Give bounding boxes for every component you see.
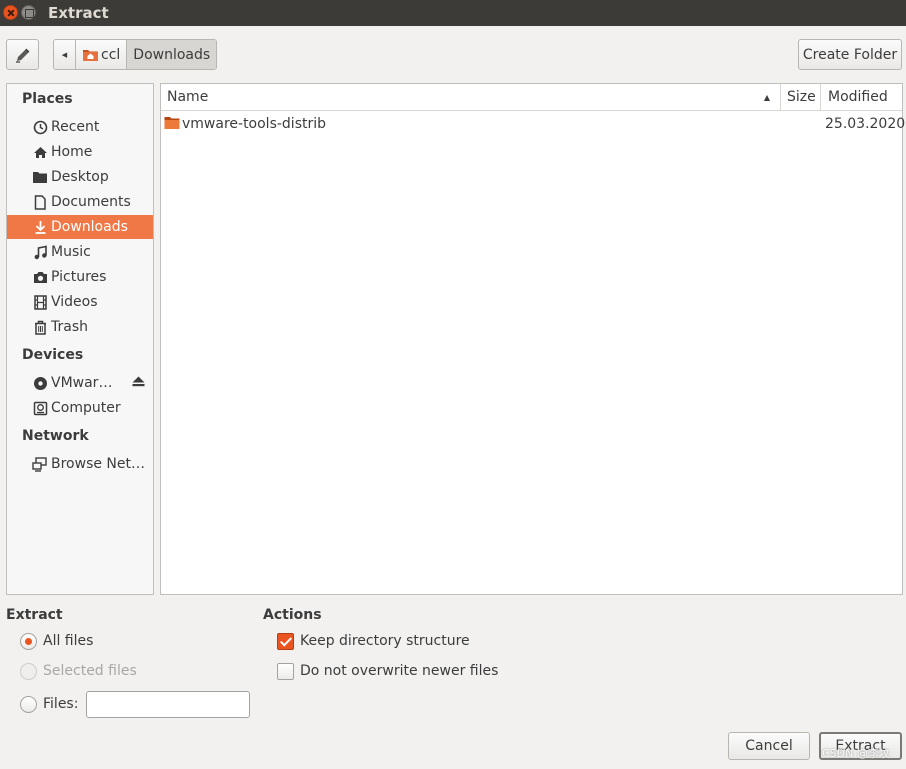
- keep-directory-structure-label[interactable]: Keep directory structure: [300, 633, 470, 649]
- column-header-label: Modified: [828, 89, 888, 105]
- file-modified: 25.03.2020: [825, 116, 906, 132]
- sidebar-item-label: Videos: [51, 294, 98, 310]
- music-icon: [31, 243, 49, 261]
- chevron-left-icon: ◀: [61, 50, 68, 59]
- harddisk-icon: [31, 399, 49, 417]
- sidebar-item-label: Computer: [51, 400, 121, 416]
- sidebar-item-label: Documents: [51, 194, 131, 210]
- file-name: vmware-tools-distrib: [182, 116, 327, 132]
- keep-directory-structure-checkbox[interactable]: [277, 633, 294, 650]
- sidebar-item-pictures[interactable]: Pictures: [7, 265, 153, 289]
- home-folder-icon: [83, 50, 98, 61]
- sidebar-item-home[interactable]: Home: [7, 140, 153, 164]
- column-header-size[interactable]: Size: [781, 84, 821, 111]
- network-heading: Network: [22, 428, 89, 444]
- sidebar-item-label: Downloads: [51, 219, 128, 235]
- column-header-label: Size: [787, 89, 816, 105]
- download-icon: [31, 218, 49, 236]
- clock-icon: [31, 118, 49, 136]
- maximize-window-button[interactable]: [21, 5, 36, 20]
- folder-icon: [164, 117, 180, 129]
- watermark: CSDN @李坟: [822, 747, 890, 760]
- extract-group-title: Extract: [6, 607, 63, 623]
- sidebar-item-label: Trash: [51, 319, 88, 335]
- sidebar-item-downloads[interactable]: Downloads: [7, 215, 153, 239]
- disc-icon: [31, 374, 49, 392]
- selected-files-radio: [20, 663, 37, 680]
- places-sidebar: Places Recent Home Desktop Documents Dow…: [6, 83, 154, 595]
- devices-heading: Devices: [22, 347, 84, 363]
- sidebar-item-recent[interactable]: Recent: [7, 115, 153, 139]
- sidebar-item-videos[interactable]: Videos: [7, 290, 153, 314]
- sidebar-item-label: VMwar…: [51, 375, 113, 391]
- title-bar: Extract: [0, 0, 906, 26]
- places-heading: Places: [22, 91, 73, 107]
- do-not-overwrite-label[interactable]: Do not overwrite newer files: [300, 663, 498, 679]
- breadcrumb-label: ccl: [101, 46, 121, 63]
- column-header-name[interactable]: Name ▲: [161, 84, 781, 111]
- sidebar-item-documents[interactable]: Documents: [7, 190, 153, 214]
- document-icon: [31, 193, 49, 211]
- sidebar-item-computer[interactable]: Computer: [7, 396, 153, 420]
- do-not-overwrite-checkbox[interactable]: [277, 663, 294, 680]
- sidebar-item-label: Home: [51, 144, 93, 160]
- breadcrumb-item-ccl[interactable]: ccl: [76, 40, 128, 69]
- breadcrumb: ◀ ccl Downloads: [53, 39, 218, 70]
- sidebar-item-browse-network[interactable]: Browse Net…: [7, 452, 153, 476]
- breadcrumb-label: Downloads: [133, 46, 211, 63]
- folder-icon: [31, 168, 49, 186]
- files-pattern-input[interactable]: [86, 691, 250, 718]
- sidebar-item-trash[interactable]: Trash: [7, 315, 153, 339]
- sidebar-item-music[interactable]: Music: [7, 240, 153, 264]
- trash-icon: [31, 318, 49, 336]
- file-list: Name ▲ Size Modified vmware-tools-distri…: [160, 83, 906, 595]
- breadcrumb-item-downloads[interactable]: Downloads: [127, 40, 217, 69]
- camera-icon: [31, 268, 49, 286]
- all-files-label[interactable]: All files: [43, 633, 93, 649]
- sort-ascending-icon: ▲: [763, 92, 770, 102]
- sidebar-item-label: Desktop: [51, 169, 109, 185]
- breadcrumb-back-button[interactable]: ◀: [54, 40, 76, 69]
- sidebar-item-label: Pictures: [51, 269, 107, 285]
- eject-icon[interactable]: [132, 376, 145, 390]
- sidebar-item-label: Music: [51, 244, 91, 260]
- sidebar-item-label: Recent: [51, 119, 100, 135]
- window-title: Extract: [48, 4, 109, 22]
- home-icon: [31, 143, 49, 161]
- selected-files-label: Selected files: [43, 663, 137, 679]
- create-folder-button[interactable]: Create Folder: [798, 39, 902, 70]
- all-files-radio[interactable]: [20, 633, 37, 650]
- close-window-button[interactable]: [3, 5, 18, 20]
- sidebar-item-vmware-disc[interactable]: VMwar…: [7, 371, 153, 395]
- network-icon: [31, 455, 49, 473]
- actions-group-title: Actions: [263, 607, 322, 623]
- column-header-label: Name: [167, 89, 209, 105]
- files-pattern-label[interactable]: Files:: [43, 696, 78, 712]
- column-header-modified[interactable]: Modified: [821, 84, 902, 111]
- film-icon: [31, 293, 49, 311]
- edit-location-button[interactable]: [6, 39, 39, 70]
- files-pattern-radio[interactable]: [20, 696, 37, 713]
- pencil-icon: [15, 48, 29, 63]
- sidebar-item-label: Browse Net…: [51, 456, 146, 472]
- file-row[interactable]: vmware-tools-distrib 25.03.2020: [161, 112, 906, 136]
- sidebar-item-desktop[interactable]: Desktop: [7, 165, 153, 189]
- cancel-button[interactable]: Cancel: [728, 732, 810, 760]
